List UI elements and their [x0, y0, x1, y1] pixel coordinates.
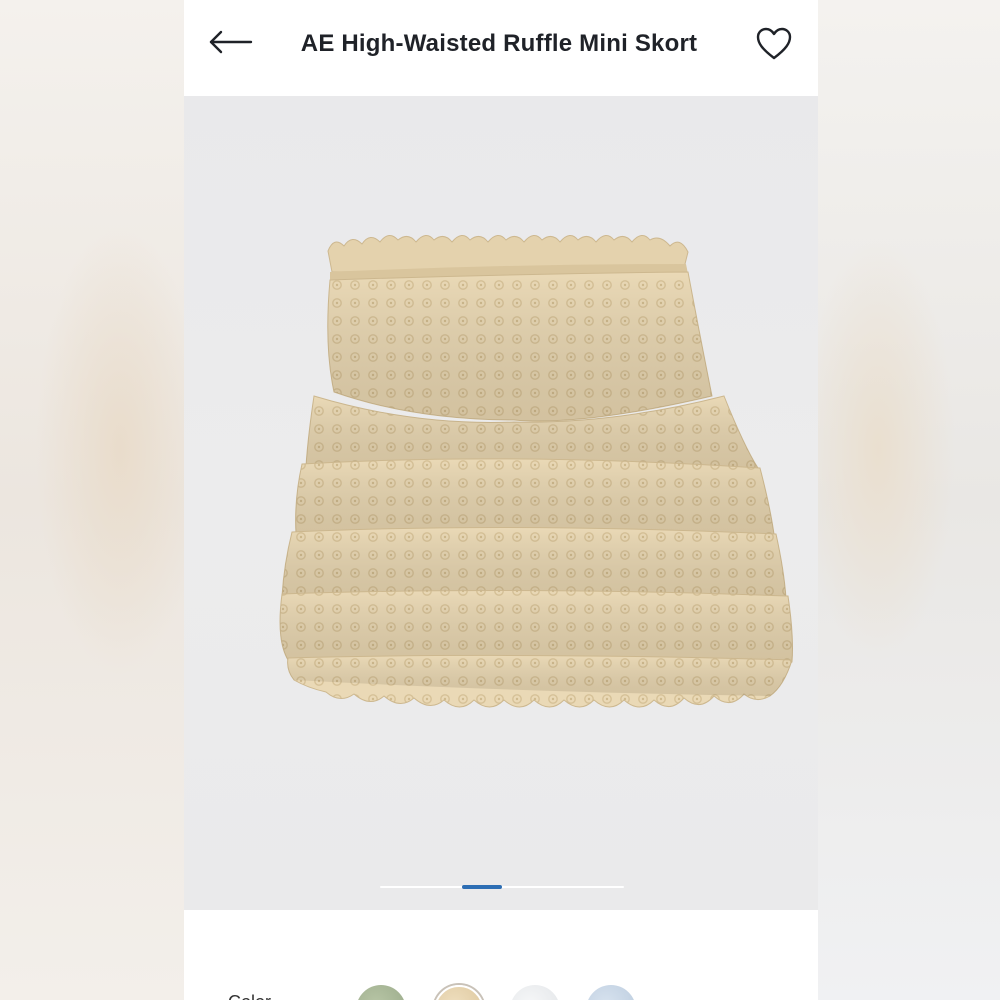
back-button[interactable] — [204, 22, 256, 62]
gallery-pagination[interactable] — [380, 885, 624, 889]
color-selector: Color — [184, 910, 818, 1000]
swatch-cream[interactable] — [434, 985, 484, 1000]
background-blur-left — [0, 0, 184, 1000]
arrow-left-icon — [209, 30, 253, 54]
pagination-active-indicator — [462, 885, 502, 889]
swatch-sage[interactable] — [356, 985, 406, 1000]
page-title: AE High-Waisted Ruffle Mini Skort — [300, 30, 698, 57]
color-label: Color — [228, 992, 271, 1000]
swatch-light-blue[interactable] — [586, 985, 636, 1000]
product-screen: AE High-Waisted Ruffle Mini Skort — [184, 0, 818, 1000]
header: AE High-Waisted Ruffle Mini Skort — [184, 0, 818, 96]
swatch-white[interactable] — [510, 985, 560, 1000]
favorite-button[interactable] — [752, 22, 796, 66]
heart-outline-icon — [756, 27, 792, 60]
background-blur-right — [818, 0, 1000, 1000]
product-image-gallery[interactable] — [184, 96, 818, 910]
product-image — [279, 235, 793, 708]
pagination-track — [380, 886, 624, 888]
